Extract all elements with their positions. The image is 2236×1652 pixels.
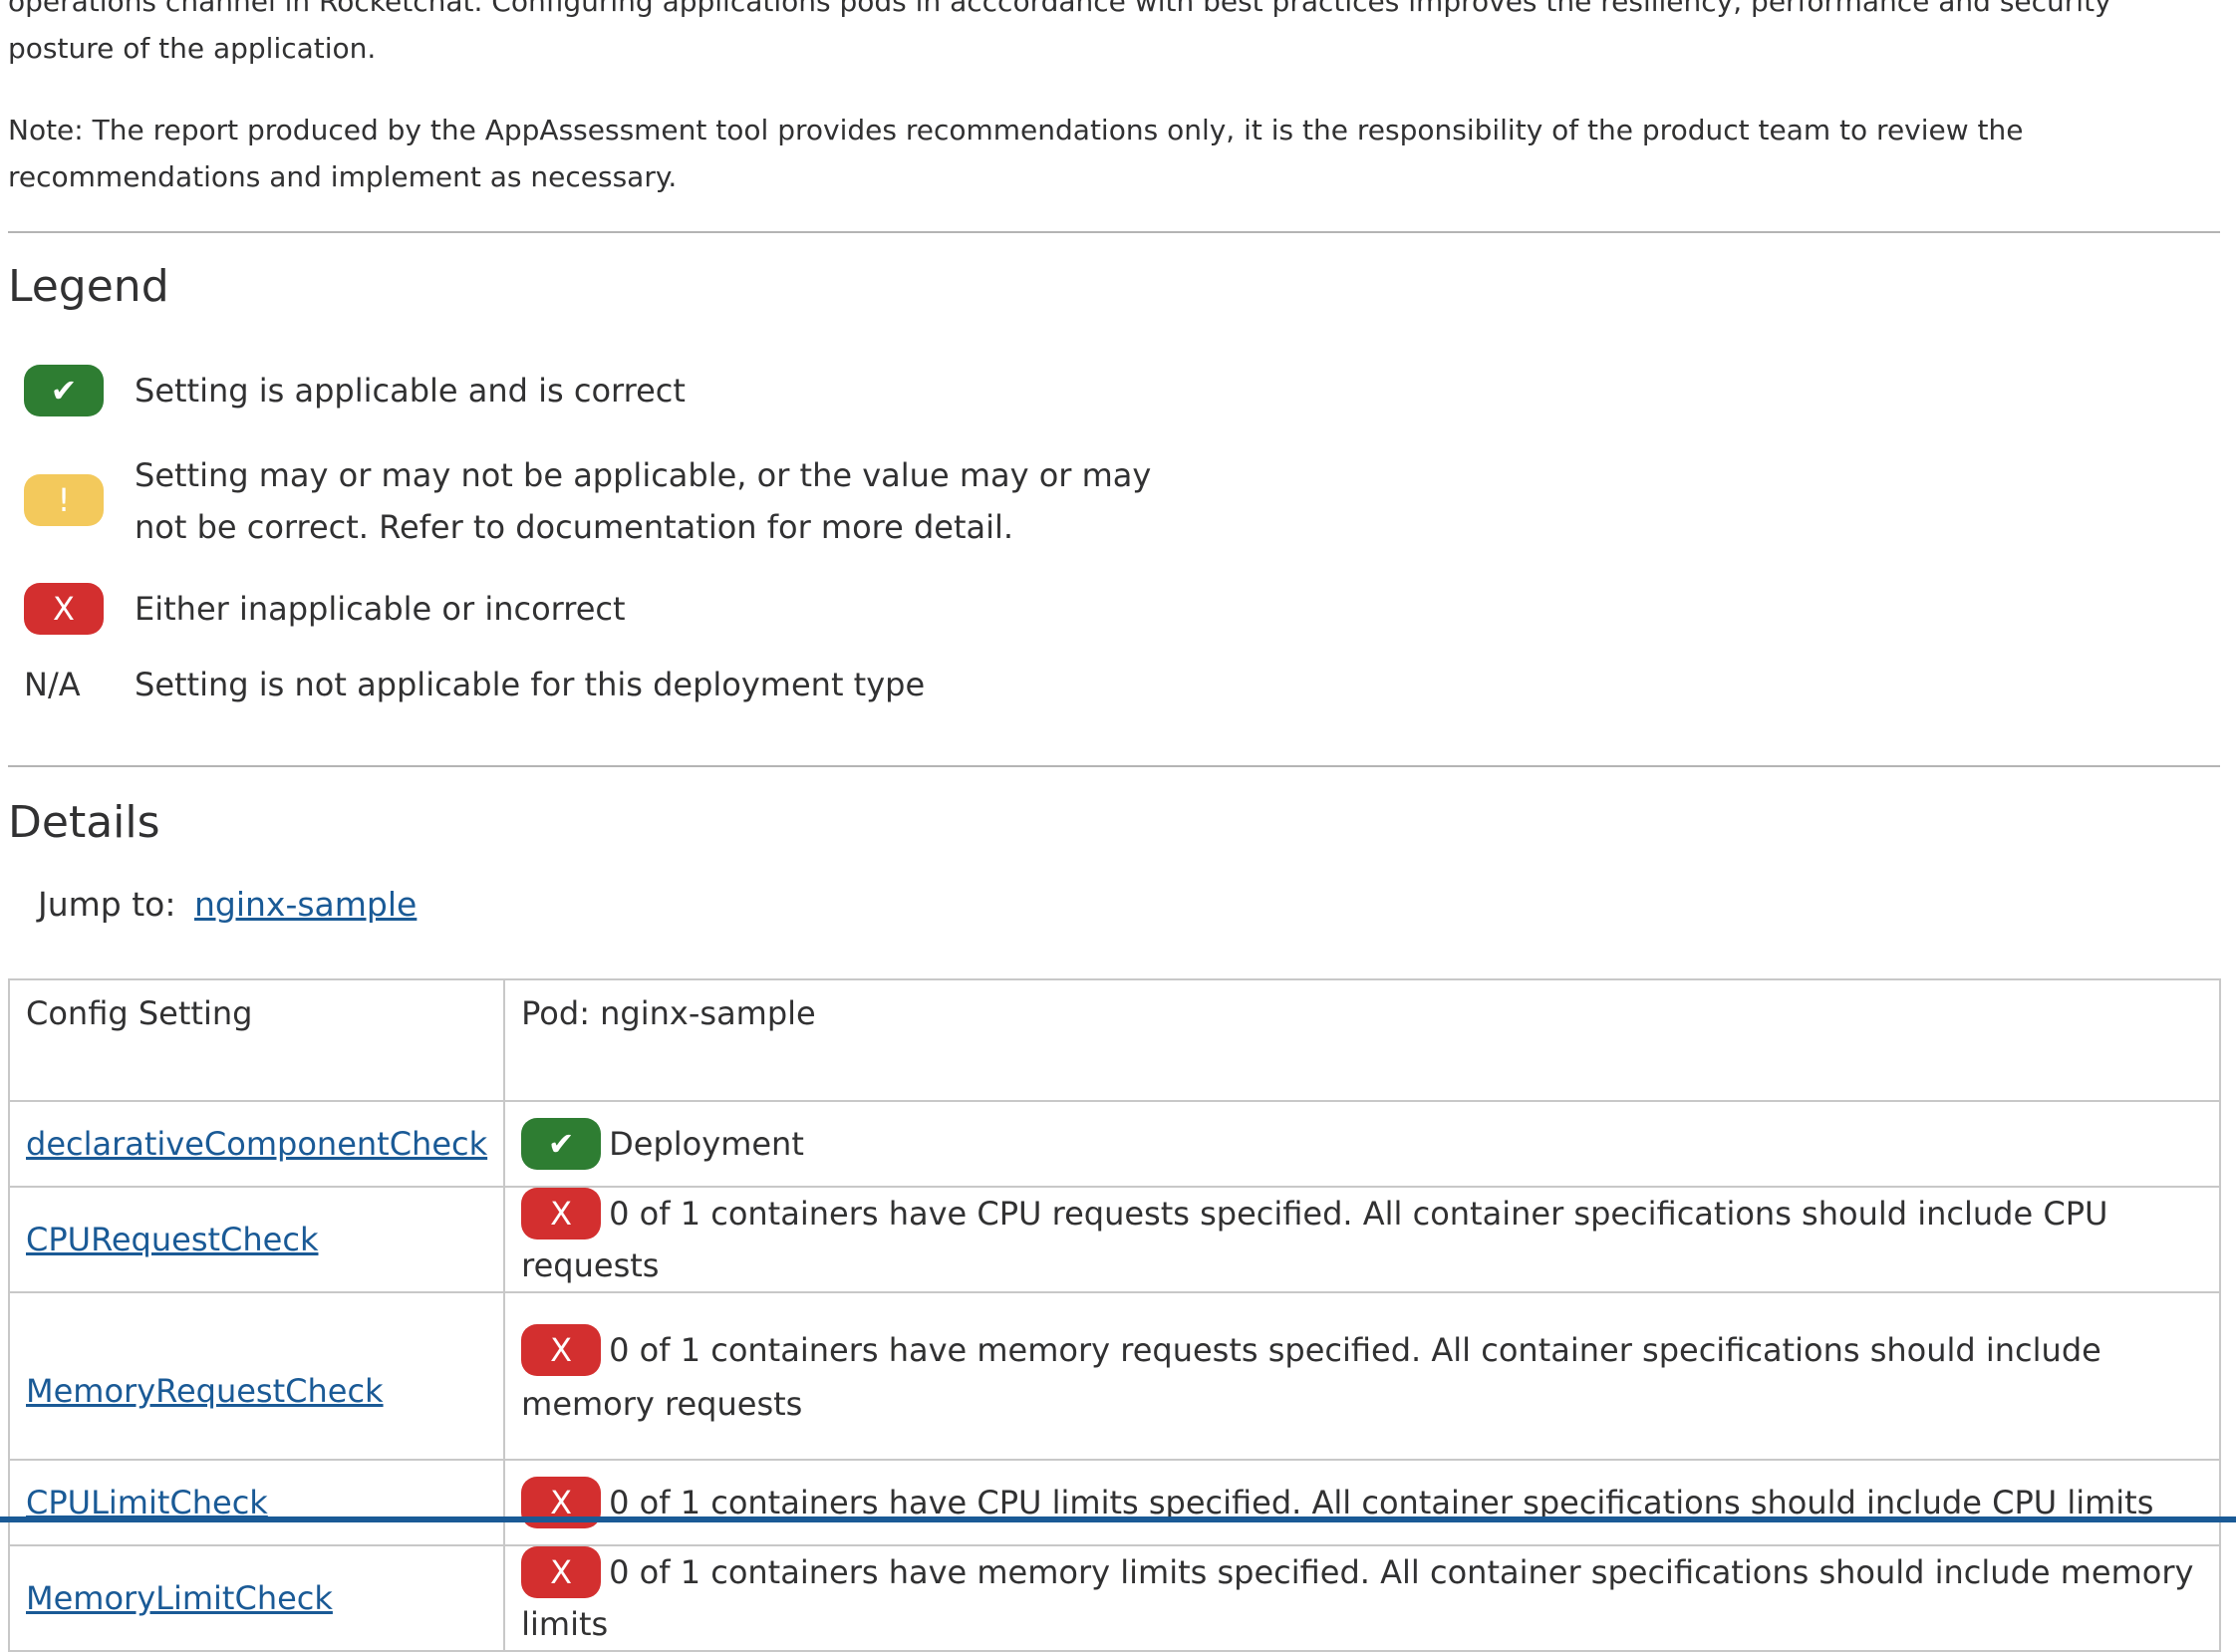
table-row: declarativeComponentCheck ✔ Deployment [7,1100,2221,1188]
divider [8,231,2220,233]
legend-item-fail: X Either inapplicable or incorrect [24,583,626,635]
intro-paragraph: operations channel in Rocketchat. Config… [8,0,2111,65]
legend-item-label: Setting is applicable and is correct [135,372,686,410]
result-text: 0 of 1 containers have memory requests s… [521,1331,2101,1423]
x-badge-icon: X [521,1188,602,1239]
column-header-pod: Pod: nginx-sample [503,978,2221,1102]
jump-to-nav: Jump to: nginx-sample [38,885,417,924]
result-cell: X0 of 1 containers have memory requests … [503,1291,2221,1461]
column-header-config-setting: Config Setting [7,978,506,1102]
table-row: CPULimitCheck X0 of 1 containers have CP… [7,1459,2221,1546]
x-badge-icon: X [24,583,104,635]
jump-to-label: Jump to: [38,885,176,924]
table-row: MemoryRequestCheck X0 of 1 containers ha… [7,1291,2221,1461]
note-paragraph: Note: The report produced by the AppAsse… [8,114,2024,193]
config-setting-link[interactable]: CPURequestCheck [26,1221,318,1258]
check-badge-icon: ✔ [521,1118,602,1170]
legend-item-label: Setting is not applicable for this deplo… [135,666,926,703]
result-cell: X0 of 1 containers have memory limits sp… [503,1544,2221,1652]
x-badge-icon: X [521,1546,602,1598]
legend-item-label: Setting may or may not be applicable, or… [135,456,1152,494]
legend-heading: Legend [8,261,169,312]
config-setting-link[interactable]: declarativeComponentCheck [26,1125,487,1163]
details-heading: Details [8,797,160,848]
table-header-row: Config Setting Pod: nginx-sample [7,978,2221,1102]
warning-badge-icon: ! [24,474,104,526]
check-badge-icon: ✔ [24,365,104,416]
result-text: 0 of 1 containers have memory limits spe… [521,1553,2194,1643]
config-setting-link[interactable]: MemoryRequestCheck [26,1372,384,1410]
x-badge-icon: X [521,1324,602,1376]
bottom-edge-bar [0,1516,2236,1522]
divider [8,765,2220,767]
legend-item-label: Either inapplicable or incorrect [135,590,626,628]
legend-item-na: N/A Setting is not applicable for this d… [24,666,925,703]
legend-item-warning: ! [24,474,104,526]
result-cell: ✔ Deployment [503,1100,2221,1188]
table-row: MemoryLimitCheck X0 of 1 containers have… [7,1544,2221,1652]
na-label: N/A [24,666,81,703]
details-table: Config Setting Pod: nginx-sample declara… [7,978,2221,1652]
config-setting-link[interactable]: MemoryLimitCheck [26,1579,333,1617]
legend-item-pass: ✔ Setting is applicable and is correct [24,365,686,416]
result-cell: X0 of 1 containers have CPU limits speci… [503,1459,2221,1546]
legend-item-label: not be correct. Refer to documentation f… [135,508,1014,546]
table-row: CPURequestCheck X0 of 1 containers have … [7,1186,2221,1293]
result-text: 0 of 1 containers have CPU requests spec… [521,1195,2108,1284]
result-text: Deployment [609,1125,804,1163]
result-cell: X0 of 1 containers have CPU requests spe… [503,1186,2221,1293]
jump-to-link-nginx-sample[interactable]: nginx-sample [194,885,417,924]
